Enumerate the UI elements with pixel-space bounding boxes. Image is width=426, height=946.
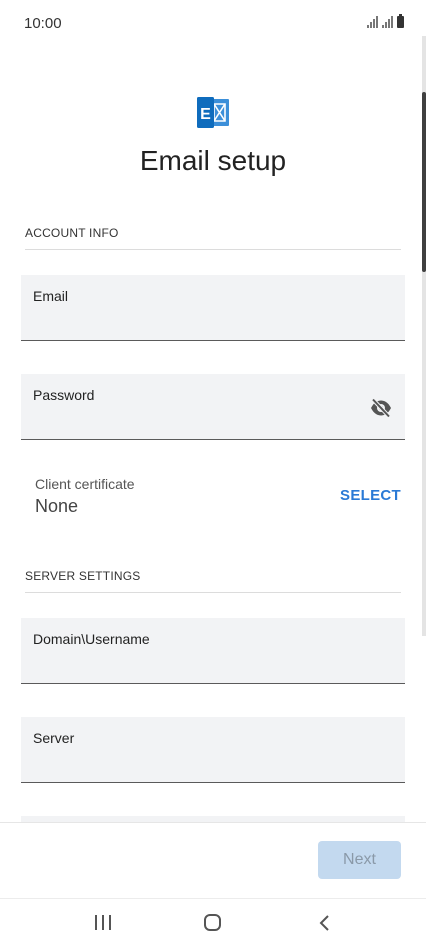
email-field[interactable]: Email — [21, 275, 405, 341]
page-title: Email setup — [139, 145, 287, 176]
exchange-icon: E — [197, 97, 229, 128]
signal-icon — [367, 16, 378, 28]
password-field[interactable]: Password — [21, 374, 405, 440]
recents-icon[interactable] — [95, 915, 111, 930]
server-field[interactable]: Server — [21, 717, 405, 783]
action-bar: Next — [0, 822, 426, 898]
section-divider — [25, 592, 401, 593]
back-icon[interactable] — [318, 913, 332, 933]
home-icon[interactable] — [204, 914, 221, 931]
select-certificate-button[interactable]: SELECT — [340, 487, 401, 504]
server-field-label: Server — [33, 730, 75, 746]
status-icons — [367, 14, 404, 28]
signal-icon — [382, 16, 393, 28]
section-divider — [25, 249, 401, 250]
password-field-label: Password — [33, 387, 95, 403]
domain-username-field[interactable]: Domain\Username — [21, 618, 405, 684]
client-certificate-value: None — [35, 496, 79, 516]
next-button[interactable]: Next — [318, 841, 401, 879]
section-label-account-info: ACCOUNT INFO — [25, 226, 119, 240]
email-setup-screen: 10:00 E Email setup ACCOUNT INFO Email P… — [0, 0, 426, 946]
section-label-server-settings: SERVER SETTINGS — [25, 569, 141, 583]
navigation-bar — [0, 898, 426, 946]
eye-off-icon[interactable] — [369, 398, 393, 418]
status-time: 10:00 — [24, 15, 62, 32]
status-bar: 10:00 — [0, 0, 426, 48]
logo-letter: E — [200, 106, 211, 123]
scrollbar-thumb[interactable] — [422, 92, 426, 272]
domain-username-field-label: Domain\Username — [33, 631, 150, 647]
email-field-label: Email — [33, 288, 69, 304]
client-certificate-label: Client certificate — [35, 476, 135, 492]
battery-icon — [397, 14, 404, 28]
